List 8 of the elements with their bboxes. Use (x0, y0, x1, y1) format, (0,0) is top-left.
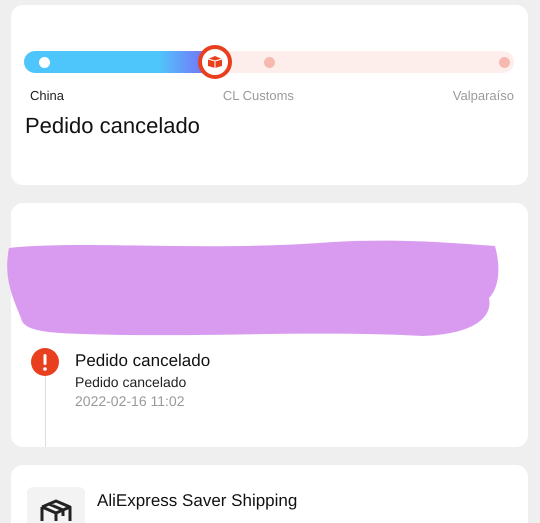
event-time: 2022-02-16 11:02 (75, 393, 186, 409)
event-detail: Pedido cancelado (75, 374, 188, 390)
order-status: Pedido cancelado (25, 113, 201, 139)
stop-label: China (30, 88, 64, 103)
stop-label: Valparaíso (452, 88, 514, 103)
stop-label: CL Customs (222, 88, 294, 103)
shipping-method: AliExpress Saver Shipping (97, 491, 298, 512)
event-title: Pedido cancelado (75, 351, 210, 371)
